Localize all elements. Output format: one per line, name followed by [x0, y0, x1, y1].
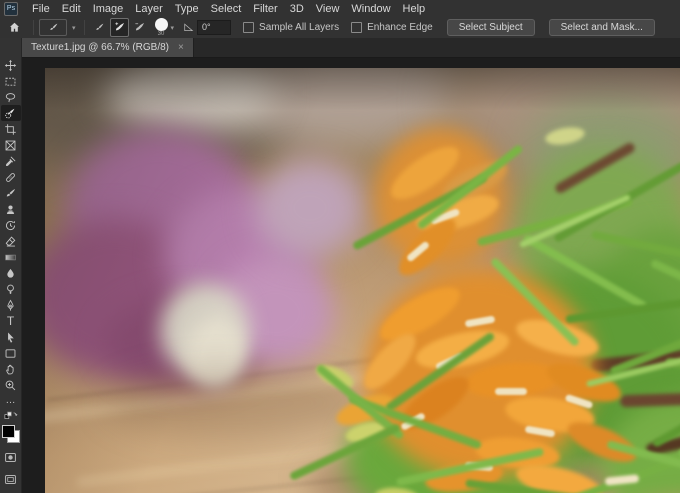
- subtract-from-selection-brush-button[interactable]: [131, 19, 148, 36]
- default-and-swap-colors-icon[interactable]: [4, 410, 18, 421]
- app-icon[interactable]: Ps: [4, 1, 18, 16]
- brush-angle-control: 0°: [183, 20, 232, 35]
- menu-image[interactable]: Image: [87, 3, 130, 15]
- crop-tool[interactable]: [1, 121, 21, 137]
- menu-type[interactable]: Type: [169, 3, 205, 15]
- menu-filter[interactable]: Filter: [247, 3, 283, 15]
- menu-file[interactable]: File: [26, 3, 56, 15]
- divider: [33, 20, 34, 35]
- tool-bar: T …: [0, 38, 22, 493]
- chevron-down-icon[interactable]: ▾: [171, 24, 175, 32]
- select-subject-button[interactable]: Select Subject: [446, 19, 535, 36]
- menu-view[interactable]: View: [310, 3, 346, 15]
- tool-preset-dropdown[interactable]: [39, 19, 67, 36]
- menu-window[interactable]: Window: [345, 3, 396, 15]
- rectangular-marquee-tool[interactable]: [1, 73, 21, 89]
- options-bar: ▾ 30 ▾ 0° Sample All Layers Enhance Edge…: [0, 17, 680, 39]
- zoom-tool[interactable]: [1, 377, 21, 393]
- enhance-edge-checkbox[interactable]: Enhance Edge: [351, 22, 433, 33]
- menu-edit[interactable]: Edit: [56, 3, 87, 15]
- edit-toolbar-button[interactable]: …: [6, 396, 16, 406]
- add-to-selection-brush-button[interactable]: [109, 18, 129, 37]
- hand-tool[interactable]: [1, 361, 21, 377]
- gradient-tool[interactable]: [1, 249, 21, 265]
- quick-mask-button[interactable]: [1, 449, 21, 465]
- lasso-tool[interactable]: [1, 89, 21, 105]
- canvas-image[interactable]: [45, 68, 680, 493]
- menu-bar: Ps File Edit Image Layer Type Select Fil…: [0, 0, 680, 18]
- checkbox-label: Sample All Layers: [259, 22, 340, 33]
- checkbox-icon: [351, 22, 363, 33]
- move-tool[interactable]: [1, 57, 21, 73]
- select-and-mask-button[interactable]: Select and Mask...: [548, 19, 655, 36]
- brush-preview-icon: [154, 18, 168, 31]
- clone-stamp-tool[interactable]: [1, 201, 21, 217]
- dodge-tool[interactable]: [1, 281, 21, 297]
- photoshop-window: Ps File Edit Image Layer Type Select Fil…: [0, 0, 680, 493]
- brush-size-picker[interactable]: 30: [154, 18, 168, 37]
- chevron-down-icon[interactable]: ▾: [72, 24, 76, 32]
- blur-tool[interactable]: [1, 265, 21, 281]
- workspace: Texture1.jpg @ 66.7% (RGB/8) ×: [22, 38, 680, 493]
- eraser-tool[interactable]: [1, 233, 21, 249]
- document-tab-title: Texture1.jpg @ 66.7% (RGB/8): [31, 42, 169, 53]
- checkbox-label: Enhance Edge: [367, 22, 433, 33]
- rectangle-tool[interactable]: [1, 345, 21, 361]
- document-tab[interactable]: Texture1.jpg @ 66.7% (RGB/8) ×: [22, 38, 194, 57]
- type-tool[interactable]: T: [1, 313, 21, 329]
- menu-3d[interactable]: 3D: [284, 3, 310, 15]
- menu-select[interactable]: Select: [205, 3, 248, 15]
- angle-input[interactable]: 0°: [197, 20, 232, 35]
- quick-selection-tool[interactable]: [0, 105, 21, 121]
- brush-tool[interactable]: [1, 185, 21, 201]
- pen-tool[interactable]: [1, 297, 21, 313]
- screen-mode-button[interactable]: [1, 471, 21, 487]
- angle-icon: [184, 23, 194, 31]
- color-swatches: [1, 425, 20, 443]
- menu-layer[interactable]: Layer: [129, 3, 169, 15]
- foreground-color-swatch[interactable]: [1, 425, 15, 438]
- new-selection-brush-button[interactable]: [91, 19, 108, 36]
- sample-all-layers-checkbox[interactable]: Sample All Layers: [243, 22, 339, 33]
- history-brush-tool[interactable]: [1, 217, 21, 233]
- eyedropper-tool[interactable]: [1, 153, 21, 169]
- home-icon[interactable]: [8, 21, 21, 34]
- document-tab-bar: Texture1.jpg @ 66.7% (RGB/8) ×: [22, 38, 680, 58]
- photo-shape: [255, 158, 365, 258]
- healing-brush-tool[interactable]: [1, 169, 21, 185]
- photo-shape: [495, 388, 527, 395]
- divider: [83, 20, 85, 35]
- checkbox-icon: [243, 22, 255, 33]
- path-selection-tool[interactable]: [1, 329, 21, 345]
- close-tab-icon[interactable]: ×: [178, 42, 184, 53]
- brush-size-value: 30: [157, 31, 165, 37]
- menu-help[interactable]: Help: [397, 3, 432, 15]
- frame-tool[interactable]: [1, 137, 21, 153]
